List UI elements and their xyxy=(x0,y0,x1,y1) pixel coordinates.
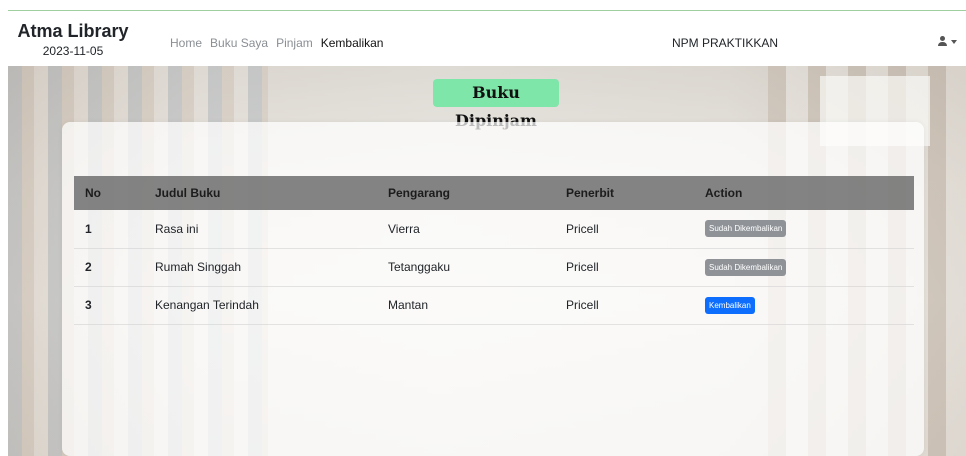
cell-judul: Rasa ini xyxy=(144,210,377,249)
cell-penerbit: Pricell xyxy=(555,210,694,249)
header-no: No xyxy=(74,176,144,210)
cell-judul: Rumah Singgah xyxy=(144,248,377,287)
cell-judul: Kenangan Terindah xyxy=(144,286,377,325)
cell-no: 2 xyxy=(74,248,144,287)
cell-pengarang: Tetanggaku xyxy=(377,248,555,287)
library-background: Buku Dipinjam No Judul Buku Pengarang Pe… xyxy=(8,66,966,456)
table-row: 1 Rasa ini Vierra Pricell Sudah Dikembal… xyxy=(74,210,914,249)
cell-action: Sudah Dikembalikan xyxy=(694,210,914,249)
cell-no: 3 xyxy=(74,286,144,325)
brand[interactable]: Atma Library 2023-11-05 xyxy=(8,20,138,59)
page-title: Buku Dipinjam xyxy=(433,79,559,130)
nav-links: Home Buku Saya Pinjam Kembalikan xyxy=(170,36,383,50)
header-penerbit: Penerbit xyxy=(555,176,694,210)
brand-name: Atma Library xyxy=(17,21,129,41)
navbar: Atma Library 2023-11-05 Home Buku Saya P… xyxy=(0,11,966,66)
caret-down-icon xyxy=(951,39,957,44)
borrowed-books-table: No Judul Buku Pengarang Penerbit Action … xyxy=(74,176,914,325)
return-book-button[interactable]: Kembalikan xyxy=(705,296,755,314)
nav-link-buku-saya[interactable]: Buku Saya xyxy=(210,36,268,50)
cell-action: Kembalikan xyxy=(694,286,914,325)
table-header-row: No Judul Buku Pengarang Penerbit Action xyxy=(74,176,914,210)
nav-link-pinjam[interactable]: Pinjam xyxy=(276,36,313,50)
nav-link-kembalikan[interactable]: Kembalikan xyxy=(321,36,384,50)
user-icon xyxy=(938,36,947,47)
table-row: 2 Rumah Singgah Tetanggaku Pricell Sudah… xyxy=(74,248,914,287)
nav-link-home[interactable]: Home xyxy=(170,36,202,50)
cell-pengarang: Vierra xyxy=(377,210,555,249)
cell-action: Sudah Dikembalikan xyxy=(694,248,914,287)
brand-date: 2023-11-05 xyxy=(42,44,104,58)
cell-penerbit: Pricell xyxy=(555,286,694,325)
returned-button[interactable]: Sudah Dikembalikan xyxy=(705,258,787,276)
cell-no: 1 xyxy=(74,210,144,249)
returned-button[interactable]: Sudah Dikembalikan xyxy=(705,220,787,238)
cell-penerbit: Pricell xyxy=(555,248,694,287)
user-menu[interactable] xyxy=(938,36,957,47)
header-judul-buku: Judul Buku xyxy=(144,176,377,210)
cell-pengarang: Mantan xyxy=(377,286,555,325)
npm-label: NPM PRAKTIKKAN xyxy=(672,36,779,50)
header-pengarang: Pengarang xyxy=(377,176,555,210)
borrowed-books-card: No Judul Buku Pengarang Penerbit Action … xyxy=(62,122,924,456)
table-row: 3 Kenangan Terindah Mantan Pricell Kemba… xyxy=(74,286,914,325)
header-action: Action xyxy=(694,176,914,210)
